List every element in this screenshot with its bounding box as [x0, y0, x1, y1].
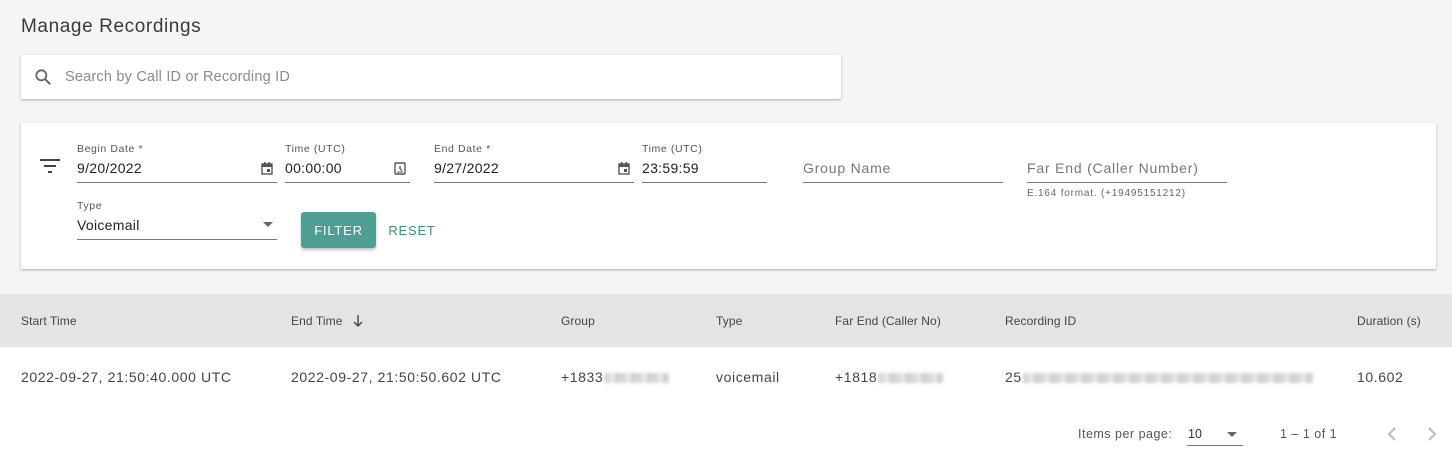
column-header-start-time[interactable]: Start Time — [21, 314, 77, 328]
type-select[interactable]: Type Voicemail — [77, 200, 277, 242]
dropdown-arrow-icon[interactable] — [1227, 432, 1237, 437]
filter-button[interactable]: FILTER — [301, 212, 376, 248]
arrow-down-icon — [353, 315, 363, 327]
redacted-block — [1022, 373, 1313, 384]
clock-icon[interactable] — [394, 162, 406, 175]
items-per-page-value[interactable]: 10 — [1188, 427, 1202, 441]
filter-list-icon[interactable] — [40, 159, 60, 173]
table-row[interactable]: 2022-09-27, 21:50:40.000 UTC 2022-09-27,… — [0, 347, 1452, 407]
group-name-field[interactable]: Group Name — [803, 143, 1003, 185]
cell-type: voicemail — [716, 369, 780, 385]
cell-group-value: +1833 — [561, 369, 604, 385]
calendar-icon[interactable] — [261, 162, 273, 175]
column-header-end-time-label: End Time — [291, 314, 343, 328]
redacted-block — [604, 373, 670, 384]
end-time-value[interactable]: 23:59:59 — [642, 160, 699, 176]
cell-far-end: +1818 — [835, 369, 944, 385]
cell-recording-id-value: 25 — [1005, 369, 1022, 385]
end-time-label: Time (UTC) — [642, 143, 703, 155]
dropdown-arrow-icon[interactable] — [263, 222, 273, 227]
column-header-recording-id[interactable]: Recording ID — [1005, 314, 1076, 328]
chevron-right-icon[interactable] — [1424, 424, 1440, 444]
cell-far-end-value: +1818 — [835, 369, 878, 385]
begin-time-field[interactable]: Time (UTC) 00:00:00 — [285, 143, 410, 185]
column-header-group[interactable]: Group — [561, 314, 595, 328]
end-date-underline — [434, 182, 634, 183]
page-title: Manage Recordings — [21, 16, 202, 37]
far-end-hint: E.164 format. (+19495151212) — [1027, 188, 1186, 199]
type-value[interactable]: Voicemail — [77, 217, 140, 233]
end-time-underline — [642, 182, 767, 183]
group-name-underline — [803, 182, 1003, 183]
begin-time-underline — [285, 182, 410, 183]
cell-duration: 10.602 — [1357, 369, 1404, 385]
column-header-duration[interactable]: Duration (s) — [1357, 314, 1421, 328]
begin-date-label: Begin Date * — [77, 143, 144, 155]
column-header-type[interactable]: Type — [716, 314, 742, 328]
begin-date-field[interactable]: Begin Date * 9/20/2022 — [77, 143, 277, 185]
column-header-far-end[interactable]: Far End (Caller No) — [835, 314, 941, 328]
page-range: 1 – 1 of 1 — [1280, 427, 1338, 441]
type-label: Type — [77, 200, 103, 212]
reset-button[interactable]: RESET — [385, 212, 439, 248]
type-underline — [77, 239, 277, 240]
items-per-page-label: Items per page: — [1078, 427, 1173, 441]
column-header-end-time[interactable]: End Time — [291, 314, 363, 328]
cell-group: +1833 — [561, 369, 670, 385]
search-icon — [35, 69, 51, 85]
search-bar — [21, 55, 841, 99]
items-per-page-select[interactable]: 10 — [1187, 424, 1243, 446]
end-date-field[interactable]: End Date * 9/27/2022 — [434, 143, 634, 185]
begin-time-value[interactable]: 00:00:00 — [285, 160, 342, 176]
end-date-label: End Date * — [434, 143, 491, 155]
far-end-underline — [1027, 182, 1227, 183]
begin-time-label: Time (UTC) — [285, 143, 346, 155]
search-input[interactable] — [65, 69, 805, 85]
begin-date-value[interactable]: 9/20/2022 — [77, 160, 142, 176]
filter-panel: Begin Date * 9/20/2022 Time (UTC) 00:00:… — [21, 123, 1436, 269]
calendar-icon[interactable] — [618, 162, 630, 175]
redacted-block — [878, 373, 944, 384]
begin-date-underline — [77, 182, 277, 183]
far-end-field[interactable]: Far End (Caller Number) E.164 format. (+… — [1027, 143, 1227, 203]
paginator: Items per page: 10 1 – 1 of 1 — [0, 407, 1452, 464]
end-date-value[interactable]: 9/27/2022 — [434, 160, 499, 176]
end-time-field[interactable]: Time (UTC) 23:59:59 — [642, 143, 767, 185]
table-header: Start Time End Time Group Type Far End (… — [0, 294, 1452, 347]
group-name-placeholder[interactable]: Group Name — [803, 160, 891, 176]
far-end-placeholder[interactable]: Far End (Caller Number) — [1027, 160, 1199, 176]
cell-start-time: 2022-09-27, 21:50:40.000 UTC — [21, 369, 232, 385]
chevron-left-icon[interactable] — [1384, 424, 1400, 444]
cell-recording-id: 25 — [1005, 369, 1313, 385]
cell-end-time: 2022-09-27, 21:50:50.602 UTC — [291, 369, 502, 385]
